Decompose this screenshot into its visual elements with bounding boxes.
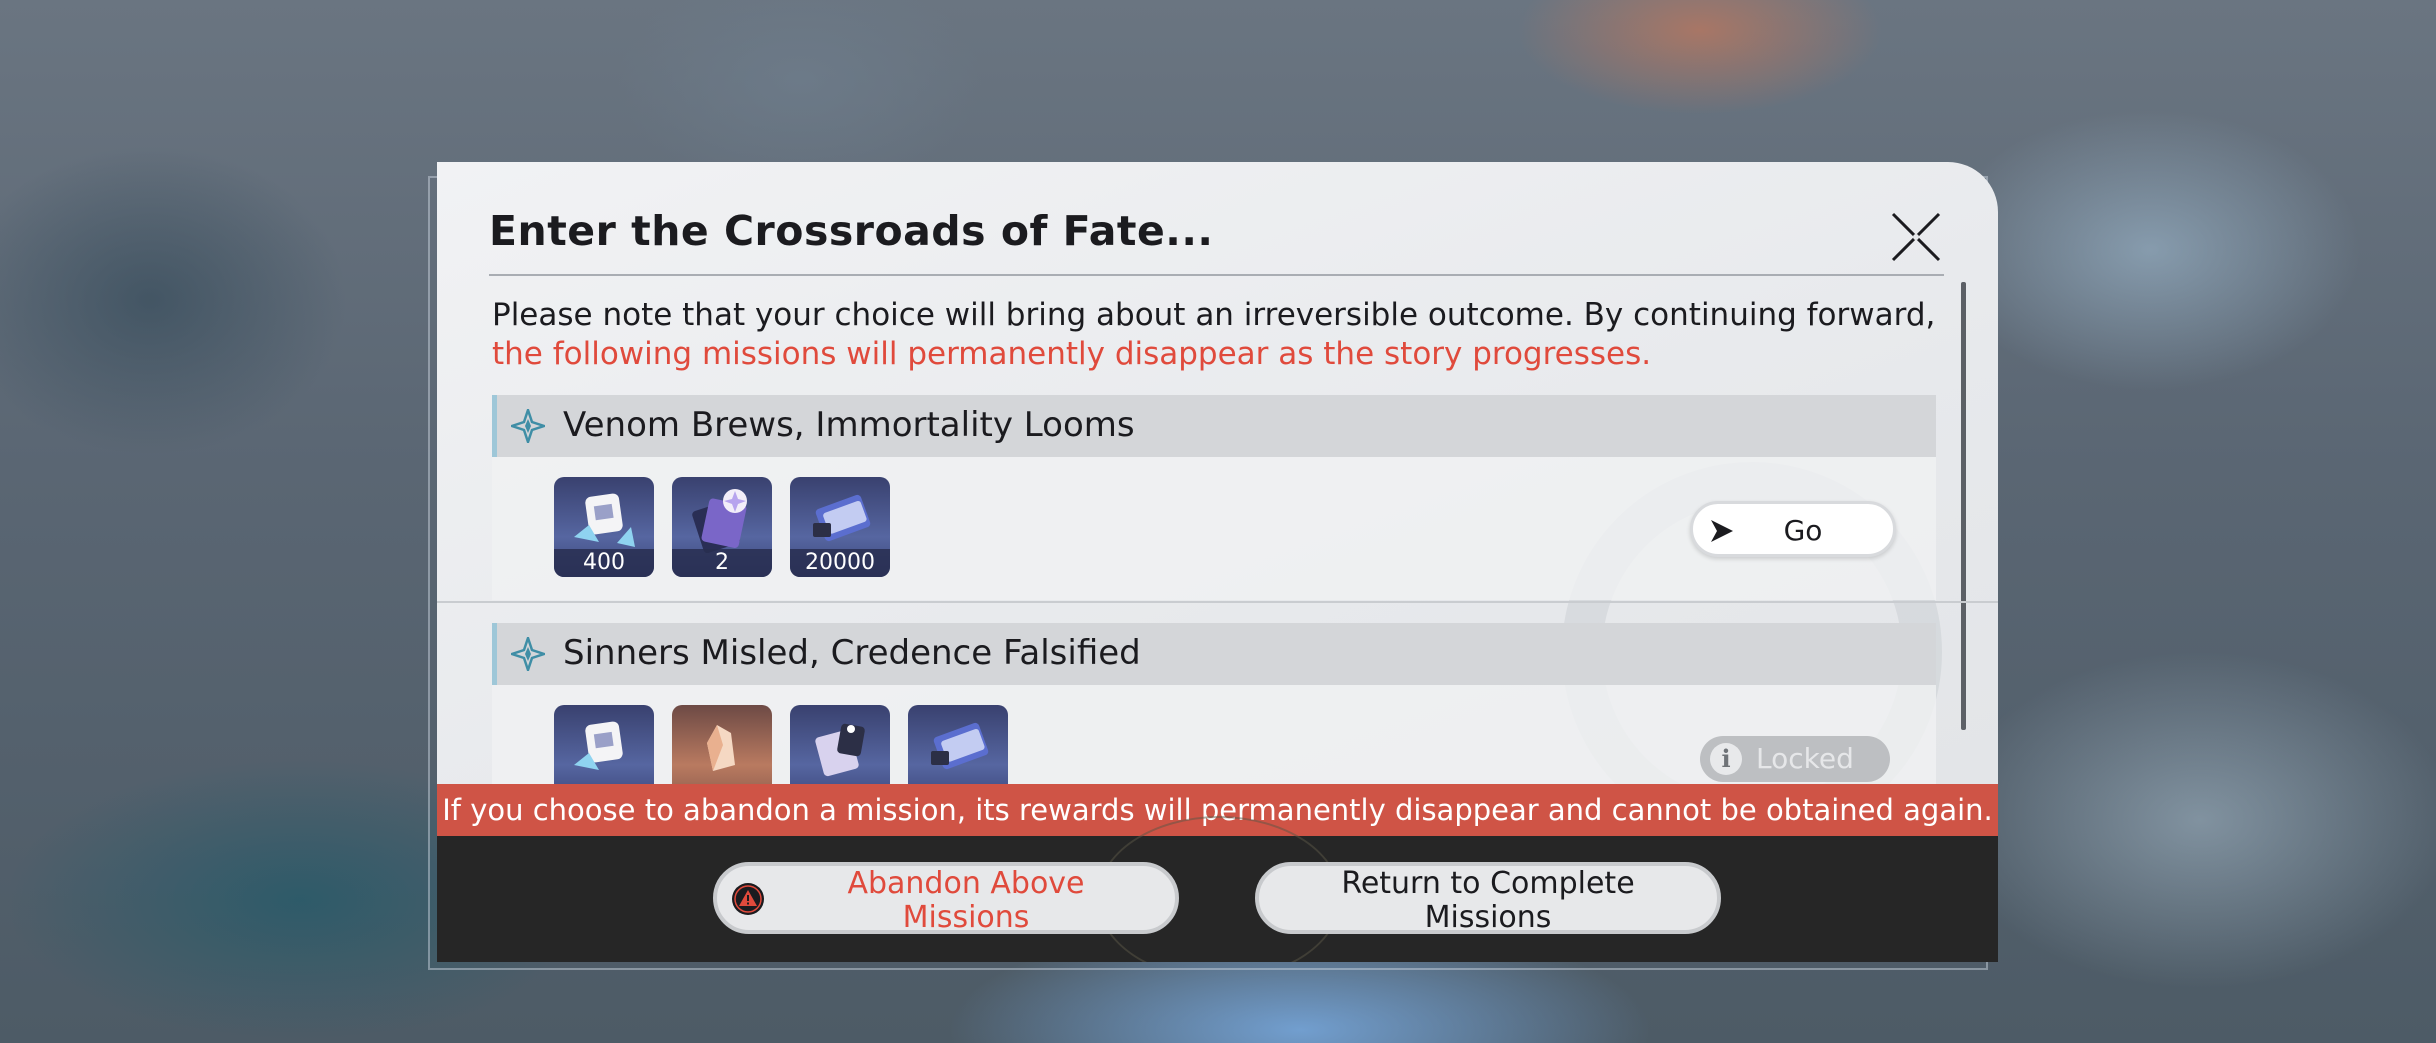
return-button-label: Return to Complete Missions	[1279, 867, 1697, 935]
return-label-line: Return to Complete	[1341, 866, 1635, 901]
stellar-jade-pass-icon	[574, 493, 635, 547]
notice-warning-line: the following missions will permanently …	[492, 336, 1652, 372]
return-to-missions-button[interactable]: Return to Complete Missions	[1255, 862, 1721, 935]
star-rail-pass-icon	[692, 489, 747, 553]
locked-label: Locked	[1756, 742, 1854, 775]
notice-text: Please note that your choice will bring …	[492, 296, 1952, 374]
dialog-footer: Abandon Above Missions Return to Complet…	[437, 816, 1998, 962]
traveler-guide-icon	[815, 723, 865, 777]
abandon-button-label: Abandon Above Missions	[777, 867, 1155, 935]
abandon-missions-button[interactable]: Abandon Above Missions	[713, 862, 1179, 935]
reward-quantity: 400	[554, 549, 654, 577]
warning-icon	[732, 883, 764, 915]
reward-quantity: 20000	[790, 549, 890, 577]
return-label-line: Missions	[1424, 900, 1552, 935]
reward-item[interactable]: 2	[672, 477, 772, 577]
mission-header: Venom Brews, Immortality Looms	[492, 395, 1936, 457]
mission-diamond-icon	[511, 409, 545, 443]
section-divider	[437, 601, 1998, 603]
go-button[interactable]: Go	[1690, 501, 1896, 557]
credit-icon	[813, 494, 871, 542]
info-icon: i	[1710, 743, 1742, 775]
mission-header: Sinners Misled, Credence Falsified	[492, 623, 1936, 685]
abandon-label-line: Missions	[902, 900, 1030, 935]
reward-item[interactable]: 400	[554, 477, 654, 577]
title-divider	[489, 274, 1944, 276]
stellar-jade-pass-icon	[574, 721, 623, 770]
go-button-label: Go	[1783, 514, 1823, 547]
reward-quantity: 2	[672, 549, 772, 577]
crossroads-dialog: Enter the Crossroads of Fate... Please n…	[437, 162, 1998, 962]
locked-status[interactable]: i Locked	[1700, 736, 1890, 782]
crystal-shard-icon	[707, 725, 735, 771]
mission-name: Venom Brews, Immortality Looms	[563, 405, 1135, 445]
close-button[interactable]	[1889, 210, 1943, 264]
close-icon	[1891, 212, 1941, 262]
credit-icon	[931, 722, 989, 770]
mission-diamond-icon	[511, 637, 545, 671]
scrollbar[interactable]	[1961, 282, 1966, 730]
notice-line: Please note that your choice will bring …	[492, 297, 1936, 333]
mission-name: Sinners Misled, Credence Falsified	[563, 633, 1141, 673]
dialog-title: Enter the Crossroads of Fate...	[489, 207, 1214, 255]
abandon-label-line: Abandon Above	[847, 866, 1085, 901]
reward-item[interactable]: 20000	[790, 477, 890, 577]
